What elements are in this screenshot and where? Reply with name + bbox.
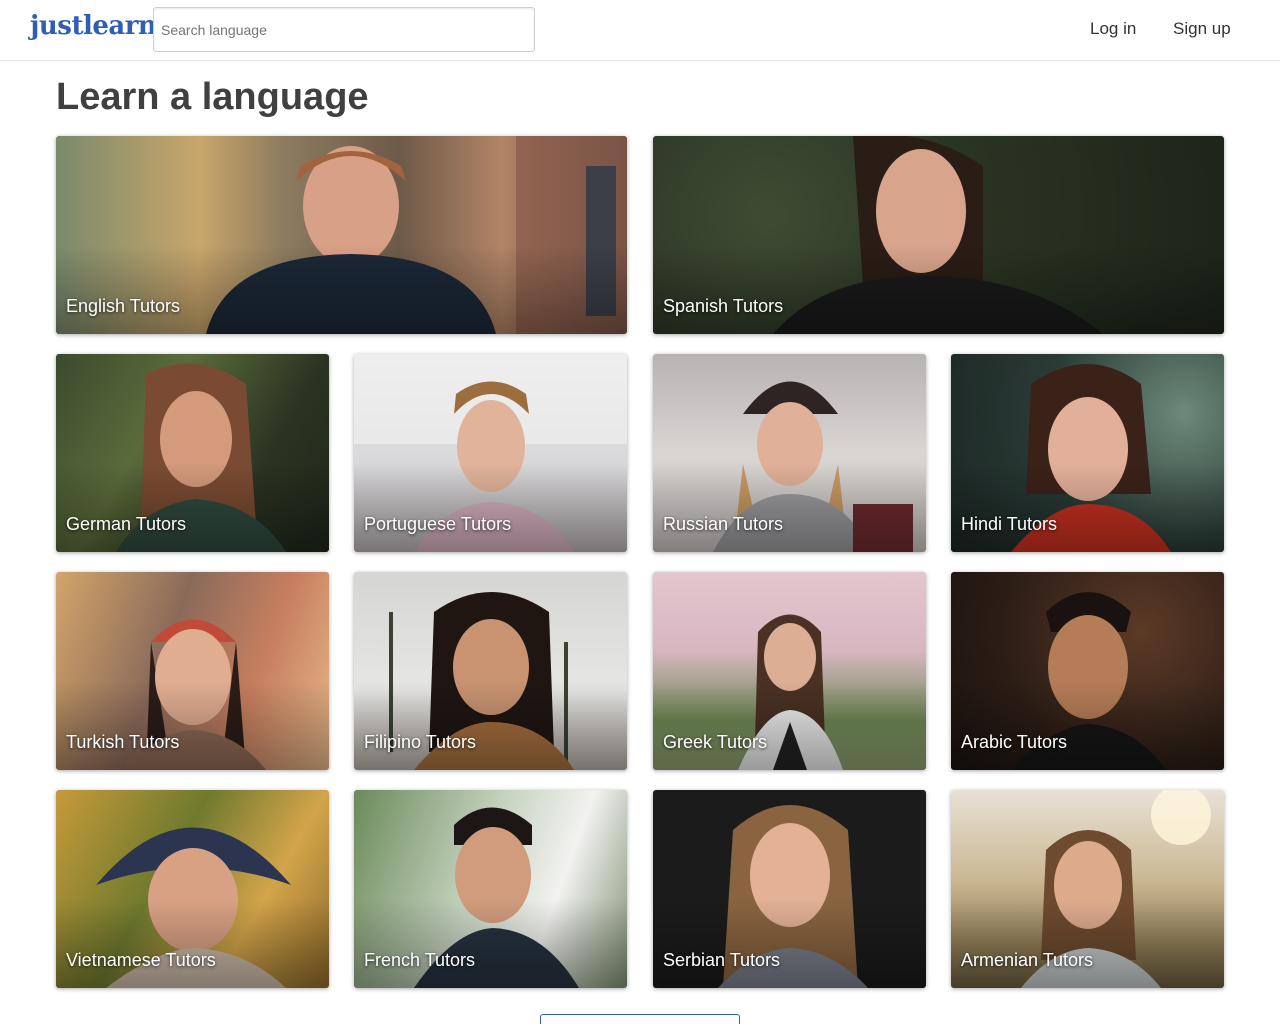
language-card-label: Serbian Tutors	[663, 950, 781, 970]
language-card-english[interactable]: English Tutors	[56, 136, 627, 334]
top-navigation-bar: justlearn Log in Sign up	[0, 0, 1280, 61]
language-card-serbian[interactable]: Serbian Tutors	[653, 790, 926, 988]
language-card-label: Russian Tutors	[663, 514, 784, 534]
language-card-french[interactable]: French Tutors	[354, 790, 627, 988]
page-title: Learn a language	[56, 76, 369, 118]
language-card-german[interactable]: German Tutors	[56, 354, 329, 552]
language-card-armenian[interactable]: Armenian Tutors	[951, 790, 1224, 988]
language-card-label: German Tutors	[66, 514, 187, 534]
language-card-arabic[interactable]: Arabic Tutors	[951, 572, 1224, 770]
language-card-label: Spanish Tutors	[663, 296, 784, 316]
language-card-label: Armenian Tutors	[961, 950, 1094, 970]
justlearn-logo[interactable]: justlearn	[30, 11, 157, 41]
language-card-greek[interactable]: Greek Tutors	[653, 572, 926, 770]
language-card-turkish[interactable]: Turkish Tutors	[56, 572, 329, 770]
load-more-button[interactable]	[540, 1014, 740, 1024]
language-card-label: Arabic Tutors	[961, 732, 1068, 752]
search-language-input[interactable]	[153, 7, 535, 52]
language-card-label: Filipino Tutors	[364, 732, 477, 752]
language-card-label: Vietnamese Tutors	[66, 950, 216, 970]
language-card-label: Hindi Tutors	[961, 514, 1058, 534]
language-card-label: Greek Tutors	[663, 732, 768, 752]
language-card-label: French Tutors	[364, 950, 476, 970]
language-card-label: English Tutors	[66, 296, 181, 316]
language-card-filipino[interactable]: Filipino Tutors	[354, 572, 627, 770]
language-card-label: Portuguese Tutors	[364, 514, 512, 534]
login-link[interactable]: Log in	[1090, 19, 1136, 39]
language-card-vietnamese[interactable]: Vietnamese Tutors	[56, 790, 329, 988]
language-card-spanish[interactable]: Spanish Tutors	[653, 136, 1224, 334]
language-card-portuguese[interactable]: Portuguese Tutors	[354, 354, 627, 552]
language-card-label: Turkish Tutors	[66, 732, 180, 752]
language-card-russian[interactable]: Russian Tutors	[653, 354, 926, 552]
language-card-hindi[interactable]: Hindi Tutors	[951, 354, 1224, 552]
signup-link[interactable]: Sign up	[1173, 19, 1231, 39]
